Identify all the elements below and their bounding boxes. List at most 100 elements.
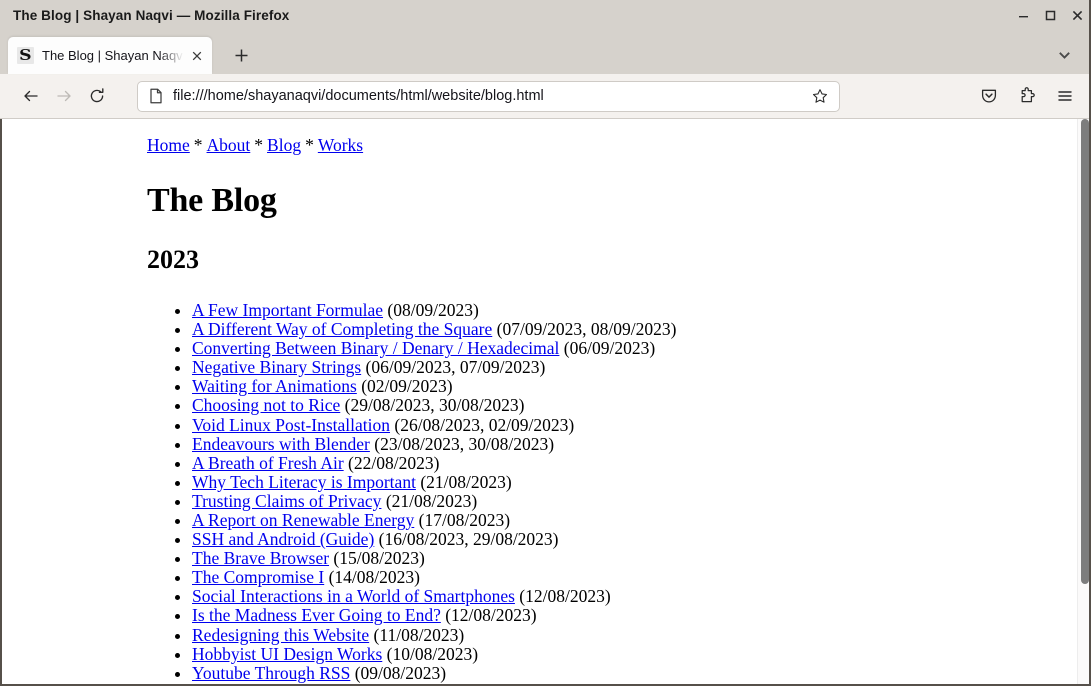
list-item: A Report on Renewable Energy (17/08/2023… <box>192 510 1061 531</box>
post-link[interactable]: The Brave Browser <box>192 548 329 568</box>
list-item: Youtube Through RSS (09/08/2023) <box>192 662 1061 683</box>
post-link[interactable]: Why Tech Literacy is Important <box>192 472 416 492</box>
reload-button[interactable] <box>80 80 113 113</box>
post-link[interactable]: Youtube Through RSS <box>192 663 350 683</box>
maximize-icon[interactable] <box>1037 0 1064 31</box>
post-date: (09/08/2023) <box>354 662 447 683</box>
list-item: Waiting for Animations (02/09/2023) <box>192 377 1061 396</box>
close-tab-icon[interactable] <box>187 46 206 65</box>
list-item: SSH and Android (Guide) (16/08/2023, 29/… <box>192 530 1061 549</box>
list-item: Redesigning this Website (11/08/2023) <box>192 624 1061 645</box>
post-link[interactable]: A Breath of Fresh Air <box>192 453 344 473</box>
new-tab-button[interactable] <box>225 39 257 71</box>
post-link[interactable]: A Report on Renewable Energy <box>192 510 414 530</box>
post-link[interactable]: Choosing not to Rice <box>192 395 340 415</box>
navigation-toolbar: file:///home/shayanaqvi/documents/html/w… <box>0 74 1091 119</box>
page-content-area: Home*About*Blog*Works The Blog 2023 A Fe… <box>0 119 1091 686</box>
scrollbar-thumb[interactable] <box>1081 119 1089 584</box>
year-heading: 2023 <box>147 245 199 275</box>
post-link[interactable]: Waiting for Animations <box>192 376 357 396</box>
post-date: (21/08/2023) <box>420 471 512 492</box>
post-date: (11/08/2023) <box>373 624 465 645</box>
post-date: (16/08/2023, 29/08/2023) <box>378 529 559 550</box>
post-link[interactable]: SSH and Android (Guide) <box>192 529 374 549</box>
browser-window: The Blog | Shayan Naqvi — Mozilla Firefo… <box>0 0 1091 686</box>
nav-separator-3: * <box>305 135 314 155</box>
post-link[interactable]: Endeavours with Blender <box>192 434 370 454</box>
post-link[interactable]: Converting Between Binary / Denary / Hex… <box>192 338 559 358</box>
window-controls <box>1010 0 1091 31</box>
bookmark-star-icon[interactable] <box>809 88 831 104</box>
nav-link-blog[interactable]: Blog <box>267 135 301 155</box>
post-date: (15/08/2023) <box>333 548 425 569</box>
post-link[interactable]: Trusting Claims of Privacy <box>192 491 381 511</box>
post-link[interactable]: The Compromise I <box>192 567 324 587</box>
list-item: The Brave Browser (15/08/2023) <box>192 549 1061 568</box>
list-item: Social Interactions in a World of Smartp… <box>192 587 1061 606</box>
post-date: (22/08/2023) <box>348 452 440 473</box>
list-item: Void Linux Post-Installation (26/08/2023… <box>192 414 1061 435</box>
post-link[interactable]: Hobbyist UI Design Works <box>192 644 382 664</box>
tab-favicon-icon: S <box>17 47 34 64</box>
url-bar[interactable]: file:///home/shayanaqvi/documents/html/w… <box>137 80 840 112</box>
tab-the-blog[interactable]: S The Blog | Shayan Naqvi <box>8 37 212 74</box>
post-date: (06/09/2023) <box>563 338 656 359</box>
blog-page: Home*About*Blog*Works The Blog 2023 A Fe… <box>2 119 1091 686</box>
nav-separator-2: * <box>254 135 264 155</box>
back-button[interactable] <box>14 80 47 113</box>
post-date: (07/09/2023, 08/09/2023) <box>496 319 677 340</box>
post-link[interactable]: A Few Important Formulae <box>192 300 383 320</box>
nav-link-home[interactable]: Home <box>147 135 190 155</box>
post-date: (23/08/2023, 30/08/2023) <box>374 433 555 454</box>
url-input[interactable]: file:///home/shayanaqvi/documents/html/w… <box>173 88 809 104</box>
toolbar-right-actions <box>972 80 1081 113</box>
list-item: A Different Way of Completing the Square… <box>192 320 1061 339</box>
blog-post-list: A Few Important Formulae (08/09/2023)A D… <box>147 299 1061 686</box>
list-item: Choosing not to Rice (29/08/2023, 30/08/… <box>192 396 1061 415</box>
list-item: The Compromise I (14/08/2023) <box>192 568 1061 587</box>
post-link[interactable]: Void Linux Post-Installation <box>192 415 390 435</box>
post-link[interactable]: Social Interactions in a World of Smartp… <box>192 586 515 606</box>
list-item: Is the Madness Ever Going to End? (12/08… <box>192 606 1061 625</box>
post-link[interactable]: Redesigning this Website <box>192 625 369 645</box>
post-date: (06/09/2023, 07/09/2023) <box>365 357 546 378</box>
page-title: The Blog <box>147 182 277 219</box>
list-item: A Breath of Fresh Air (22/08/2023) <box>192 452 1061 473</box>
post-date: (10/08/2023) <box>386 643 479 664</box>
title-bar: The Blog | Shayan Naqvi — Mozilla Firefo… <box>0 0 1091 31</box>
app-menu-hamburger-icon[interactable] <box>1048 80 1081 113</box>
list-item: A Few Important Formulae (08/09/2023) <box>192 299 1061 320</box>
post-date: (12/08/2023) <box>445 605 537 626</box>
nav-link-about[interactable]: About <box>207 135 251 155</box>
forward-button[interactable] <box>47 80 80 113</box>
list-item: Negative Binary Strings (06/09/2023, 07/… <box>192 358 1061 377</box>
post-link[interactable]: Negative Binary Strings <box>192 357 361 377</box>
post-date: (26/08/2023, 02/09/2023) <box>394 414 575 435</box>
list-item: Hobbyist UI Design Works (10/08/2023) <box>192 643 1061 664</box>
site-navigation: Home * About * Blog * Works <box>147 135 1061 156</box>
post-date: (29/08/2023, 30/08/2023) <box>344 395 525 416</box>
list-item: Trusting Claims of Privacy (21/08/2023) <box>192 490 1061 511</box>
post-date: (02/09/2023) <box>361 376 453 397</box>
pocket-save-icon[interactable] <box>972 80 1005 113</box>
page-document-icon <box>147 88 164 104</box>
extensions-puzzle-icon[interactable] <box>1010 80 1043 113</box>
tab-title: The Blog | Shayan Naqvi <box>42 48 185 63</box>
post-date: (17/08/2023) <box>418 510 511 531</box>
post-date: (08/09/2023) <box>387 299 479 320</box>
window-title: The Blog | Shayan Naqvi — Mozilla Firefo… <box>13 8 290 23</box>
list-all-tabs-chevron-down-icon[interactable] <box>1049 40 1079 70</box>
post-link[interactable]: Is the Madness Ever Going to End? <box>192 605 441 625</box>
post-date: (21/08/2023) <box>385 490 478 511</box>
nav-separator-1: * <box>193 135 203 155</box>
list-item: Why Tech Literacy is Important (21/08/20… <box>192 471 1061 492</box>
post-date: (14/08/2023) <box>328 567 420 588</box>
nav-link-works[interactable]: Works <box>318 135 363 155</box>
post-date: (12/08/2023) <box>519 586 611 607</box>
tab-strip: S The Blog | Shayan Naqvi <box>0 31 1091 74</box>
list-item: Converting Between Binary / Denary / Hex… <box>192 339 1061 358</box>
close-icon[interactable] <box>1064 0 1091 31</box>
post-link[interactable]: A Different Way of Completing the Square <box>192 319 492 339</box>
minimize-icon[interactable] <box>1010 0 1037 31</box>
list-item: Endeavours with Blender (23/08/2023, 30/… <box>192 433 1061 454</box>
